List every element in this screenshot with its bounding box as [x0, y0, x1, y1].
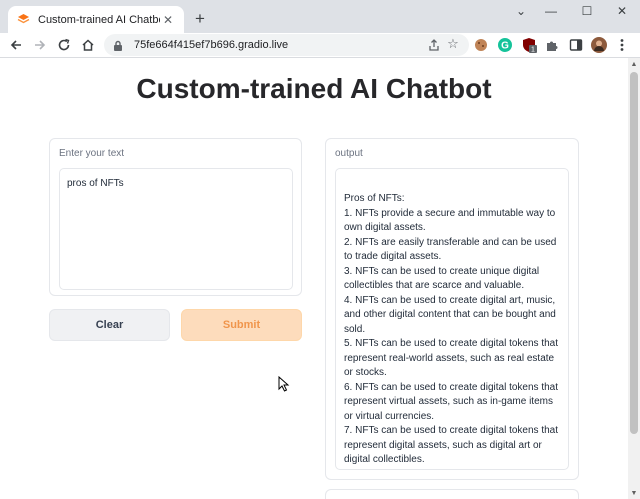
output-textbox[interactable]: Pros of NFTs: 1. NFTs provide a secure a… [335, 168, 569, 470]
input-panel: Enter your text pros of NFTs [49, 138, 302, 296]
input-textarea[interactable]: pros of NFTs [59, 168, 293, 290]
page-scrollbar[interactable]: ▲ ▼ [628, 58, 640, 499]
browser-tab[interactable]: Custom-trained AI Chatbot ✕ [8, 6, 184, 33]
forward-icon[interactable] [31, 36, 49, 54]
browser-menu-icon[interactable] [614, 37, 630, 53]
close-window-button[interactable]: ✕ [604, 0, 640, 22]
maximize-button[interactable]: ☐ [569, 0, 605, 22]
profile-avatar[interactable] [591, 37, 607, 53]
svg-text:G: G [501, 41, 509, 52]
grammarly-icon[interactable]: G [497, 37, 513, 53]
ublock-icon[interactable]: 1 [521, 37, 537, 53]
extension-badge: 1 [531, 47, 535, 54]
extensions-puzzle-icon[interactable] [544, 37, 560, 53]
minimize-button[interactable]: — [533, 0, 569, 22]
mouse-cursor-icon [278, 376, 290, 392]
output-label: output [335, 148, 363, 159]
scroll-up-icon[interactable]: ▲ [628, 58, 640, 70]
back-icon[interactable] [7, 36, 25, 54]
next-panel-edge [325, 489, 579, 499]
input-label: Enter your text [59, 148, 125, 159]
lock-icon[interactable] [112, 39, 124, 51]
bookmark-star-icon[interactable]: ☆ [446, 37, 460, 51]
page-title: Custom-trained AI Chatbot [136, 73, 492, 104]
web-page: Custom-trained AI Chatbot Enter your tex… [0, 58, 628, 499]
url-text: 75fe664f415ef7b696.gradio.live [134, 39, 289, 51]
reload-icon[interactable] [55, 36, 73, 54]
tab-close-icon[interactable]: ✕ [160, 12, 176, 28]
scroll-down-icon[interactable]: ▼ [628, 487, 640, 499]
submit-button[interactable]: Submit [181, 309, 302, 341]
output-text: Pros of NFTs: 1. NFTs provide a secure a… [344, 193, 559, 465]
tab-title: Custom-trained AI Chatbot [38, 13, 160, 26]
gradio-favicon-icon [16, 13, 30, 27]
browser-toolbar: 75fe664f415ef7b696.gradio.live ☆ G 1 [0, 33, 640, 58]
share-icon[interactable] [427, 38, 441, 52]
new-tab-button[interactable]: + [191, 9, 209, 27]
address-bar[interactable]: 75fe664f415ef7b696.gradio.live ☆ [104, 34, 469, 56]
side-panel-icon[interactable] [568, 37, 584, 53]
home-icon[interactable] [79, 36, 97, 54]
input-value: pros of NFTs [67, 178, 124, 189]
tab-strip: Custom-trained AI Chatbot ✕ + ⌄ — ☐ ✕ [0, 0, 640, 33]
output-panel: output Pros of NFTs: 1. NFTs provide a s… [325, 138, 579, 480]
scrollbar-thumb[interactable] [630, 72, 638, 434]
clear-button[interactable]: Clear [49, 309, 170, 341]
extension-cookie-icon[interactable] [473, 37, 489, 53]
